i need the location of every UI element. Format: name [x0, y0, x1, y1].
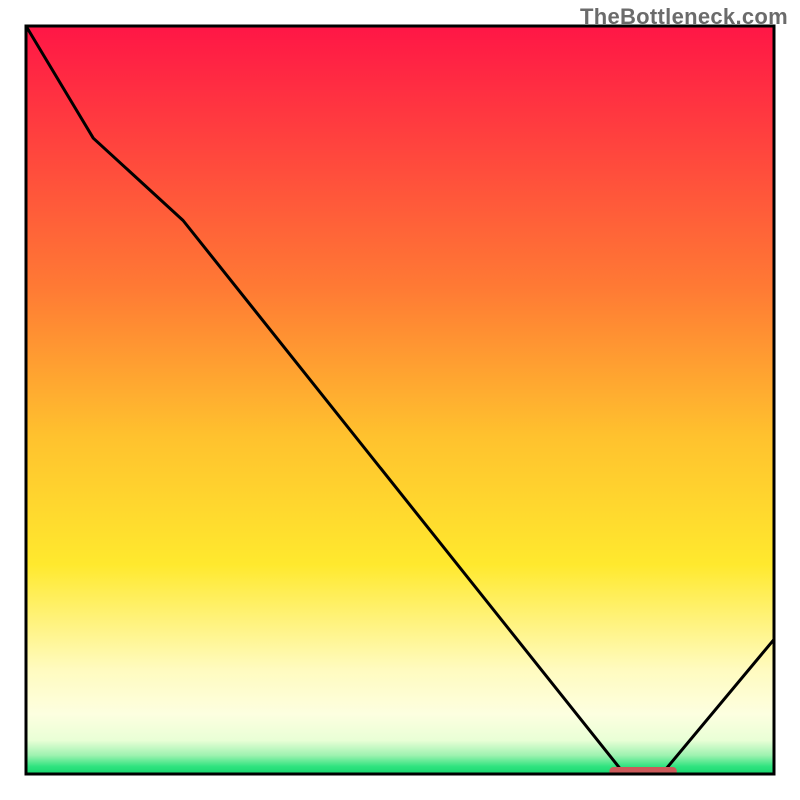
chart-root: TheBottleneck.com [0, 0, 800, 800]
watermark-text: TheBottleneck.com [580, 4, 788, 30]
plot-area [26, 26, 774, 776]
bottleneck-chart [0, 0, 800, 800]
gradient-background [26, 26, 774, 774]
